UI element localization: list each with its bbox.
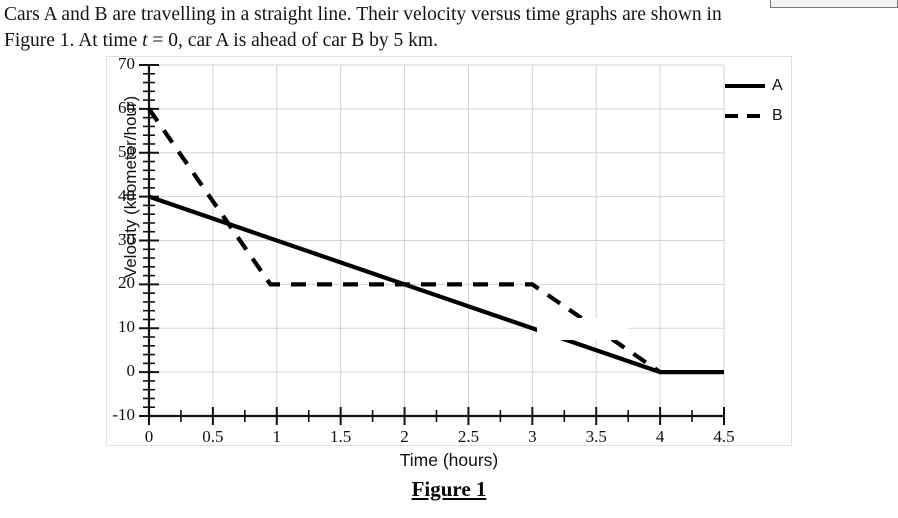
y-tick-label: 70 <box>118 54 135 73</box>
y-tick-label: 20 <box>118 273 135 293</box>
x-tick-label: 1.5 <box>330 427 352 446</box>
erased-annotation-patch <box>537 318 629 340</box>
x-tick-label: 2.5 <box>457 427 480 446</box>
y-tick-label: 30 <box>118 229 135 249</box>
x-tick-label: 0.5 <box>202 427 224 446</box>
y-tick-label: 40 <box>118 185 135 205</box>
x-tick-label: 0 <box>144 427 154 446</box>
x-tick-label: 1 <box>272 427 282 446</box>
legend-entry-b: B <box>725 101 789 131</box>
legend-label-b: B <box>772 107 783 124</box>
y-tick-label: -10 <box>112 405 135 424</box>
y-tick-label: 10 <box>118 317 135 337</box>
x-tick-label: 4 <box>655 427 665 446</box>
legend-swatch-solid-icon <box>725 80 765 92</box>
problem-line-1: Cars A and B are travelling in a straigh… <box>4 2 884 28</box>
problem-line-2-suffix: = 0, car A is ahead of car B by 5 km. <box>147 30 438 51</box>
legend-label-a: A <box>772 77 783 94</box>
problem-line-1-text: Cars A and B are travelling in a straigh… <box>4 4 722 25</box>
legend-entry-a: A <box>725 71 789 101</box>
y-tick-label: 60 <box>118 97 135 117</box>
x-tick-label: 3 <box>528 427 537 446</box>
legend-swatch-dashed-icon <box>725 110 765 122</box>
velocity-time-plot <box>139 64 725 425</box>
figure-caption: Figure 1 <box>411 477 487 501</box>
chart-legend: A B <box>725 71 789 131</box>
x-tick-label: 3.5 <box>585 427 607 446</box>
figure-1-chart: Velocity (kilometer/hour) A B -10 0 10 20 30… <box>106 54 792 446</box>
x-tick-label: 2 <box>400 427 409 446</box>
x-tick-label: 4.5 <box>713 427 735 446</box>
y-tick-label: 50 <box>118 141 135 161</box>
y-tick-label: 0 <box>126 361 136 381</box>
x-axis-title: Time (hours) <box>399 450 499 470</box>
